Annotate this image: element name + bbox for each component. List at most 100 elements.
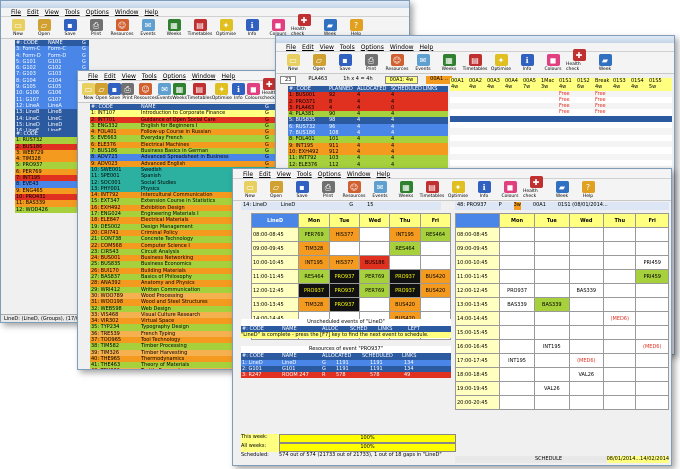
- table-row[interactable]: 3: R247 ROOM 247 R 578 578 49: [241, 372, 451, 379]
- right-cell[interactable]: [635, 381, 669, 396]
- menu-window[interactable]: Window: [347, 171, 371, 178]
- toolbar-timetables-button[interactable]: ▤ Timetables: [187, 19, 213, 37]
- field-duration[interactable]: 1h x 4 = 4h: [339, 76, 376, 84]
- right-cell[interactable]: [635, 325, 669, 340]
- toolbar-week-button[interactable]: ▰Week: [592, 54, 618, 72]
- right-cell[interactable]: (MED6): [568, 353, 605, 368]
- menu-view[interactable]: View: [320, 44, 334, 51]
- timetable-cell[interactable]: TIM328: [298, 241, 330, 256]
- toolbar-save-button[interactable]: ▪ Save: [57, 19, 83, 37]
- right-cell[interactable]: [568, 395, 605, 410]
- menu-options[interactable]: Options: [318, 171, 341, 178]
- right-cell[interactable]: [534, 283, 570, 298]
- menu-file[interactable]: File: [88, 73, 98, 80]
- menu-tools[interactable]: Tools: [142, 73, 157, 80]
- right-cell[interactable]: [568, 227, 605, 242]
- right-cell[interactable]: [635, 367, 669, 382]
- right-cell[interactable]: [568, 311, 605, 326]
- timetable-cell[interactable]: INT195: [298, 255, 330, 270]
- timetable-cell[interactable]: HIS377: [328, 255, 361, 270]
- right-cell[interactable]: [568, 269, 605, 284]
- right-cell[interactable]: [534, 241, 570, 256]
- menu-options[interactable]: Options: [163, 73, 186, 80]
- toolbar-colours-button[interactable]: ◼Colours: [540, 54, 566, 72]
- toolbar-open-button[interactable]: ▱ Open: [31, 19, 57, 37]
- menu-edit[interactable]: Edit: [302, 44, 314, 51]
- menu-edit[interactable]: Edit: [27, 9, 39, 16]
- right-cell[interactable]: [568, 381, 605, 396]
- menu-file[interactable]: File: [243, 171, 253, 178]
- timetable-cell[interactable]: [389, 255, 421, 270]
- menu-file[interactable]: File: [286, 44, 296, 51]
- right-cell[interactable]: [498, 241, 536, 256]
- toolbar-new-button[interactable]: ▭ New: [280, 54, 306, 72]
- timetable-cell[interactable]: [419, 297, 452, 312]
- right-cell[interactable]: [602, 381, 637, 396]
- timetable-cell[interactable]: [328, 241, 361, 256]
- right-cell[interactable]: [568, 241, 605, 256]
- right-cell[interactable]: [498, 227, 536, 242]
- right-cell[interactable]: [534, 269, 570, 284]
- right-cell[interactable]: BAS339: [568, 283, 605, 298]
- right-cell[interactable]: INT195: [498, 353, 536, 368]
- right-cell[interactable]: [498, 269, 536, 284]
- timetable-cell[interactable]: PER769: [359, 269, 391, 284]
- toolbar-weeks-button[interactable]: ▦ Weeks: [436, 54, 462, 72]
- menu-options[interactable]: Options: [361, 44, 384, 51]
- right-cell[interactable]: [602, 395, 637, 410]
- toolbar-optimise-button[interactable]: ✦ Optimise: [213, 19, 239, 37]
- timetable-cell[interactable]: TIM328: [298, 297, 330, 312]
- toolbar-save-button[interactable]: ▪ Save: [108, 83, 121, 101]
- timetable-cell[interactable]: PER769: [359, 283, 391, 298]
- right-cell[interactable]: [534, 227, 570, 242]
- field-number[interactable]: 23: [280, 76, 297, 84]
- toolbar-print-button[interactable]: ⎙ Print: [83, 19, 109, 37]
- right-cell[interactable]: [602, 353, 637, 368]
- timetable-cell[interactable]: PRO937: [389, 269, 421, 284]
- right-cell[interactable]: [602, 255, 637, 270]
- right-cell[interactable]: PRO937: [498, 283, 536, 298]
- timetable-cell[interactable]: [359, 241, 391, 256]
- timetable-cell[interactable]: BUS420: [389, 297, 421, 312]
- timetable-cell[interactable]: PRO937: [389, 283, 421, 298]
- right-cell[interactable]: BAS339: [498, 297, 536, 312]
- right-cell[interactable]: [602, 227, 637, 242]
- right-cell[interactable]: [568, 339, 605, 354]
- toolbar-open-button[interactable]: ▱ Open: [263, 181, 289, 199]
- toolbar-timetables-button[interactable]: ▤ Timetables: [462, 54, 488, 72]
- right-cell[interactable]: [635, 395, 669, 410]
- right-cell[interactable]: [534, 395, 570, 410]
- toolbar-weeks-button[interactable]: ▦ Weeks: [393, 181, 419, 199]
- right-cell[interactable]: [602, 241, 637, 256]
- toolbar-colours-button[interactable]: ◼Colours: [497, 181, 523, 199]
- timetable-cell[interactable]: [419, 255, 452, 270]
- right-cell[interactable]: [602, 283, 637, 298]
- right-cell[interactable]: [602, 297, 637, 312]
- right-cell[interactable]: [602, 325, 637, 340]
- right-cell[interactable]: [534, 255, 570, 270]
- right-cell[interactable]: [602, 269, 637, 284]
- right-cell[interactable]: [498, 381, 536, 396]
- menu-view[interactable]: View: [277, 171, 291, 178]
- right-cell[interactable]: VAL26: [534, 381, 570, 396]
- right-cell[interactable]: [534, 353, 570, 368]
- toolbar-weeks-button[interactable]: ▦ Weeks: [172, 83, 187, 101]
- right-cell[interactable]: [635, 297, 669, 312]
- field-week[interactable]: 00A1: 4w: [384, 76, 419, 84]
- menu-tools[interactable]: Tools: [340, 44, 355, 51]
- right-cell[interactable]: VAL26: [568, 367, 605, 382]
- right-resource[interactable]: 48: PRO937: [457, 202, 487, 210]
- menu-edit[interactable]: Edit: [259, 171, 271, 178]
- menu-options[interactable]: Options: [86, 9, 109, 16]
- toolbar-print-button[interactable]: ⎙ Print: [315, 181, 341, 199]
- right-cell[interactable]: [498, 255, 536, 270]
- right-cell[interactable]: [602, 339, 637, 354]
- toolbar-optimise-button[interactable]: ✦ Optimise: [212, 83, 232, 101]
- toolbar-resources-button[interactable]: ☺ Resources: [134, 83, 157, 101]
- timetable-cell[interactable]: PRO937: [328, 297, 361, 312]
- toolbar-events-button[interactable]: ✉ Events: [410, 54, 436, 72]
- right-cell[interactable]: INT195: [534, 339, 570, 354]
- right-cell[interactable]: [568, 325, 605, 340]
- toolbar-health-check-button[interactable]: ✚Health check: [566, 49, 592, 72]
- toolbar-new-button[interactable]: ▭ New: [82, 83, 95, 101]
